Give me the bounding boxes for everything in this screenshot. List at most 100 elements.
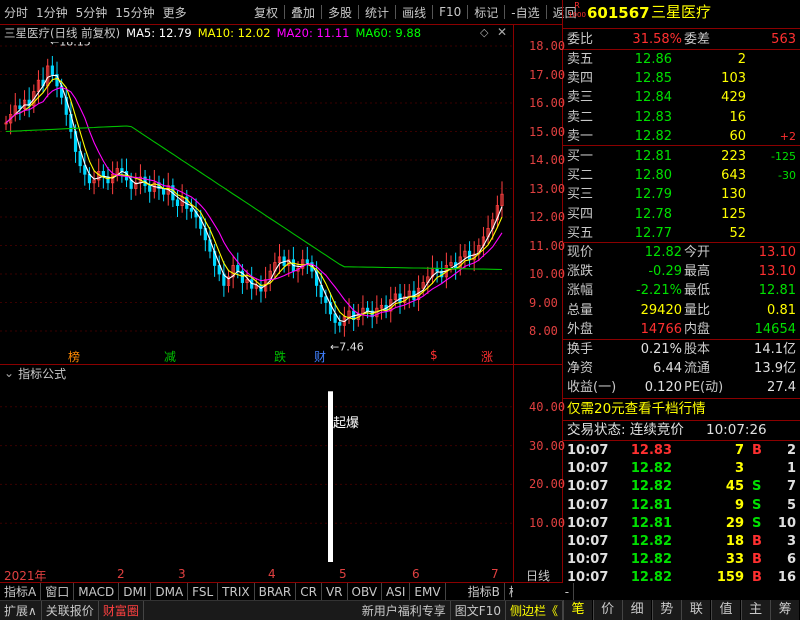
indicator-tick-label: 10.00: [529, 516, 566, 531]
side-tab-7[interactable]: 筹: [770, 600, 800, 620]
book-row[interactable]: 卖三 12.84 429: [563, 88, 800, 107]
toolbar-action-7[interactable]: -自选: [507, 4, 543, 21]
indicator-chart[interactable]: [0, 382, 513, 566]
indicator-tab-12[interactable]: EMV: [410, 582, 446, 601]
fund-value: 0.21%: [640, 342, 682, 357]
event-marker[interactable]: 跌: [274, 348, 286, 365]
tick-row: 10:07 12.82 3 1: [563, 459, 800, 478]
book-price: 12.77: [634, 225, 672, 241]
promo-link[interactable]: 仅需20元查看千档行情: [567, 400, 706, 419]
toolbar-action-3[interactable]: 统计: [361, 4, 393, 21]
indicator-tab-3[interactable]: DMI: [119, 582, 152, 601]
indicator-tab-9[interactable]: VR: [322, 582, 348, 601]
promo-row[interactable]: 仅需20元查看千档行情: [563, 400, 800, 419]
candle-body: [236, 265, 240, 272]
side-tab-4[interactable]: 联: [681, 600, 711, 620]
status-tab-right-2[interactable]: 侧边栏《: [506, 600, 563, 620]
side-tab-1[interactable]: 价: [592, 600, 622, 620]
indicator-tab-0[interactable]: 指标A: [0, 582, 42, 601]
badge-top: R: [574, 1, 580, 10]
book-price: 12.81: [634, 149, 672, 164]
side-tab-3[interactable]: 势: [651, 600, 681, 620]
indicator-tab-7[interactable]: BRAR: [255, 582, 297, 601]
tick-price: 12.82: [630, 534, 672, 549]
book-volume: 2: [737, 52, 746, 67]
tick-time: 10:07: [567, 461, 609, 477]
candle-body: [189, 208, 194, 212]
side-tab-5[interactable]: 值: [711, 600, 740, 620]
book-volume: 103: [721, 71, 746, 87]
chart-toolbar: 分时 1分钟 5分钟 15分钟 更多 复权 叠加 多股 统计 画线 F10 标记 -自选 返回: [0, 0, 577, 24]
indicator-tab-2[interactable]: MACD: [74, 582, 120, 601]
book-row[interactable]: 卖四 12.85 103: [563, 69, 800, 88]
indicator-tab-1[interactable]: 窗口: [41, 582, 75, 601]
candle-body: [50, 65, 54, 75]
tick-price: 12.82: [630, 552, 672, 568]
status-tab-right-1[interactable]: 图文F10: [451, 600, 506, 620]
toolbar-action-0[interactable]: 复权: [250, 4, 282, 21]
toolbar-action-2[interactable]: 多股: [324, 4, 356, 21]
toolbar-action-6[interactable]: 标记: [470, 4, 502, 21]
indicator-header[interactable]: ⌄ 指标公式: [0, 364, 66, 382]
tick-row: 10:07 12.82 45 S 7: [563, 477, 800, 496]
book-row[interactable]: 卖二 12.83 16: [563, 108, 800, 127]
indicator-tab-6[interactable]: TRIX: [218, 582, 255, 601]
close-icon[interactable]: ✕: [497, 25, 507, 39]
chevron-down-icon[interactable]: ⌄: [4, 366, 14, 380]
toolbar-period-0[interactable]: 分时: [0, 4, 32, 21]
event-marker[interactable]: 涨: [481, 348, 493, 365]
rating-badge: R 1000: [567, 1, 587, 20]
book-row[interactable]: 卖一 12.82 60 +2: [563, 127, 800, 146]
indicator-tab-13[interactable]: 指标B: [464, 582, 505, 601]
book-level-label: 买四: [567, 206, 594, 222]
event-marker[interactable]: 榜: [68, 348, 80, 365]
toolbar-action-1[interactable]: 叠加: [287, 4, 319, 21]
indicator-tab-5[interactable]: FSL: [188, 582, 219, 601]
status-tab-right-0[interactable]: 新用户福利专享: [358, 600, 451, 620]
toolbar-period-1[interactable]: 1分钟: [32, 4, 72, 21]
indicator-tab-11[interactable]: ASI: [382, 582, 411, 601]
tick-row: 10:07 12.82 33 B 6: [563, 550, 800, 569]
ma5-value: MA5: 12.79: [126, 26, 192, 40]
book-row[interactable]: 买二 12.80 643 -30: [563, 166, 800, 185]
indicator-tab-8[interactable]: CR: [296, 582, 322, 601]
ma20-value: MA20: 11.11: [276, 26, 350, 40]
event-marker[interactable]: 减: [164, 348, 176, 365]
stat-value: -2.21%: [636, 283, 682, 299]
side-tab-6[interactable]: 主: [740, 600, 770, 620]
indicator-tab-4[interactable]: DMA: [151, 582, 189, 601]
book-change: -125: [771, 150, 796, 163]
candle-body: [338, 322, 342, 326]
book-row[interactable]: 买一 12.81 223 -125: [563, 147, 800, 166]
toolbar-action-4[interactable]: 画线: [398, 4, 430, 21]
tick-side: B: [752, 534, 762, 549]
tick-volume: 33: [725, 552, 744, 568]
book-row[interactable]: 买四 12.78 125: [563, 205, 800, 224]
trade-time: 10:07:26: [706, 422, 767, 438]
diamond-icon[interactable]: ◇: [480, 26, 488, 39]
toolbar-period-3[interactable]: 15分钟: [111, 4, 158, 21]
toolbar-period-2[interactable]: 5分钟: [72, 4, 112, 21]
side-tab-2[interactable]: 细: [622, 600, 652, 620]
book-level-label: 买三: [567, 187, 594, 203]
status-tab-left-1[interactable]: 关联报价: [42, 600, 99, 620]
status-tab-left-0[interactable]: 扩展∧: [0, 600, 42, 620]
chart-title[interactable]: 三星医疗(日线 前复权): [4, 25, 120, 41]
price-chart[interactable]: ←18.15 ←7.46: [0, 42, 513, 364]
tick-price: 12.82: [630, 570, 672, 586]
toolbar-action-5[interactable]: F10: [435, 5, 465, 19]
weicha-value: 563: [771, 32, 796, 47]
toolbar-period-4[interactable]: 更多: [159, 4, 191, 21]
event-marker[interactable]: 财: [314, 348, 326, 365]
stock-code: 601567: [587, 4, 650, 22]
book-row[interactable]: 买三 12.79 130: [563, 185, 800, 204]
fund-label: 股本: [684, 342, 711, 357]
book-row[interactable]: 卖五 12.86 2: [563, 50, 800, 69]
stat-value: 0.81: [767, 302, 796, 318]
book-row[interactable]: 买五 12.77 52: [563, 224, 800, 243]
status-tab-left-2[interactable]: 财富圈: [99, 600, 144, 620]
event-marker[interactable]: $: [430, 348, 438, 362]
indicator-tick-label: 40.00: [529, 399, 566, 414]
indicator-tab-10[interactable]: OBV: [348, 582, 383, 601]
side-tab-0[interactable]: 笔: [563, 600, 592, 620]
